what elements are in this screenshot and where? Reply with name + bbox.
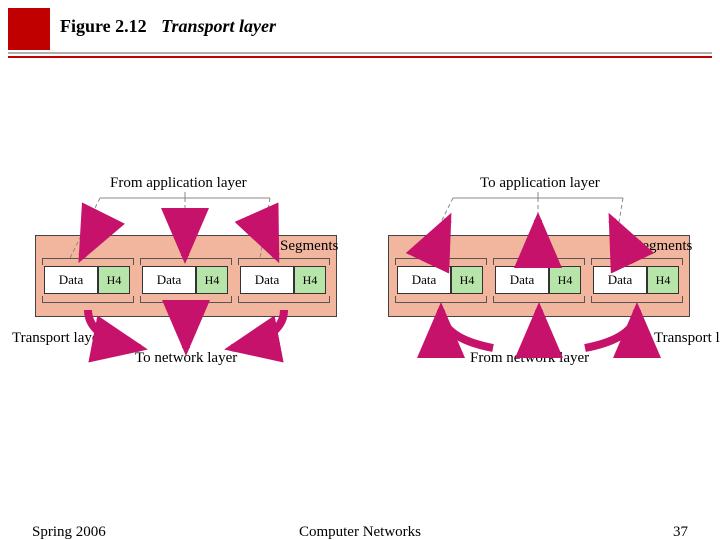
header-rule-gray	[8, 52, 712, 54]
header-cell: H4	[294, 266, 326, 294]
footer-page-number: 37	[673, 524, 688, 540]
segment-top-bracket	[395, 258, 487, 265]
segment: Data H4	[495, 266, 581, 294]
segment: Data H4	[142, 266, 228, 294]
from-network-label: From network layer	[470, 350, 589, 367]
segment: Data H4	[240, 266, 326, 294]
data-cell: Data	[240, 266, 294, 294]
to-application-label: To application layer	[480, 175, 600, 192]
segments-label-right: Segments	[634, 238, 692, 255]
segment-bracket	[493, 296, 585, 303]
segment: Data H4	[593, 266, 679, 294]
from-application-label: From application layer	[110, 175, 247, 192]
segment-bracket	[238, 296, 330, 303]
transport-layer-label-right: Transport layer	[654, 330, 714, 347]
data-cell: Data	[593, 266, 647, 294]
segment-top-bracket	[493, 258, 585, 265]
data-cell: Data	[142, 266, 196, 294]
header-cell: H4	[196, 266, 228, 294]
segment-top-bracket	[238, 258, 330, 265]
segment-top-bracket	[140, 258, 232, 265]
segment-bracket	[395, 296, 487, 303]
segment-top-bracket	[42, 258, 134, 265]
data-cell: Data	[397, 266, 451, 294]
segment-bracket	[591, 296, 683, 303]
header-cell: H4	[549, 266, 581, 294]
segment-top-bracket	[591, 258, 683, 265]
segments-label-left: Segments	[280, 238, 338, 255]
header-rule-red	[8, 56, 712, 58]
header-cell: H4	[647, 266, 679, 294]
figure-caption: Transport layer	[161, 16, 276, 36]
slide: Figure 2.12 Transport layer From applica…	[0, 0, 720, 540]
figure-number: Figure 2.12	[60, 16, 147, 36]
footer-course: Computer Networks	[0, 524, 720, 540]
header-accent-square	[8, 8, 50, 50]
header-cell: H4	[98, 266, 130, 294]
data-cell: Data	[44, 266, 98, 294]
segment: Data H4	[397, 266, 483, 294]
transport-layer-label-left: Transport layer	[12, 330, 72, 347]
slide-title: Figure 2.12 Transport layer	[60, 16, 276, 37]
segment-bracket	[140, 296, 232, 303]
to-network-label: To network layer	[135, 350, 237, 367]
segment-bracket	[42, 296, 134, 303]
header-cell: H4	[451, 266, 483, 294]
data-cell: Data	[495, 266, 549, 294]
segment: Data H4	[44, 266, 130, 294]
